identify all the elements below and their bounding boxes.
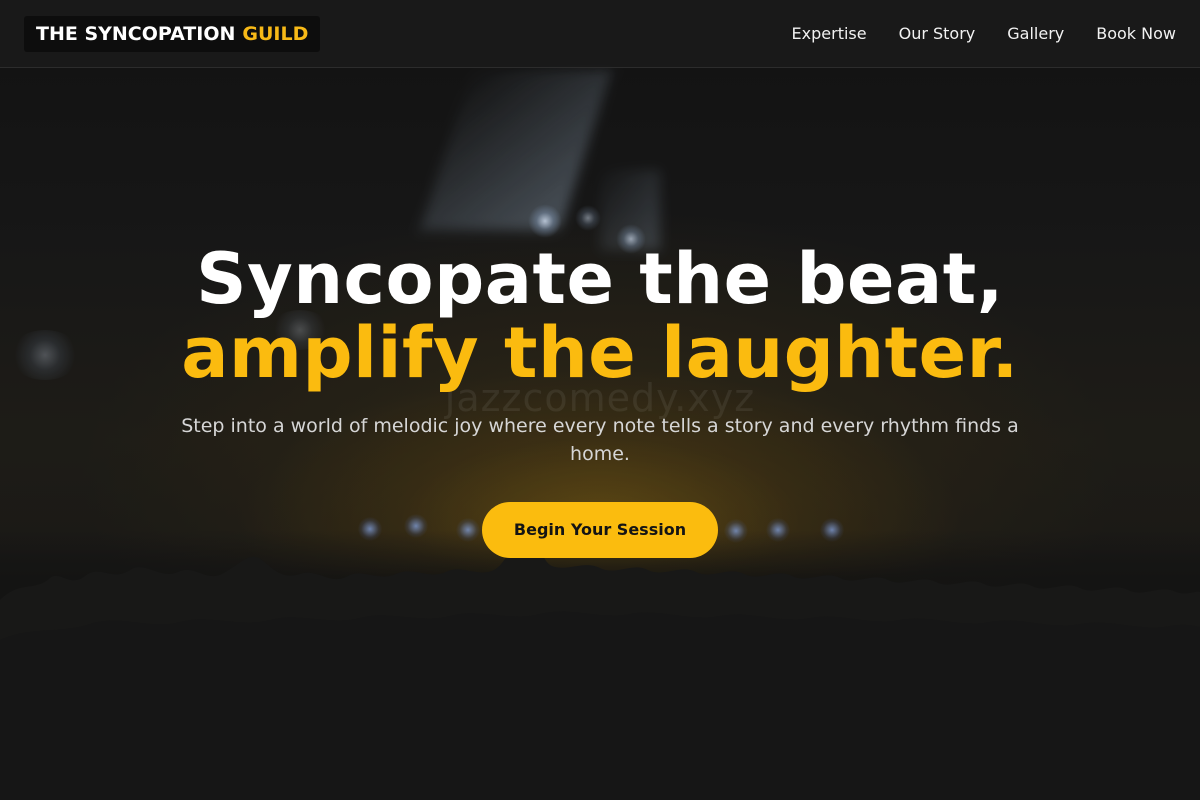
begin-session-button[interactable]: Begin Your Session [482,502,718,558]
brand-name: THE SYNCOPATION [36,23,236,45]
hero-headline-line2: amplify the laughter. [181,312,1019,394]
nav-link-gallery[interactable]: Gallery [1007,24,1064,43]
top-navbar: THE SYNCOPATION GUILD Expertise Our Stor… [0,0,1200,68]
nav-link-book-now[interactable]: Book Now [1096,24,1176,43]
hero-section: Syncopate the beat, amplify the laughter… [0,242,1200,558]
landing-page: jazzcomedy.xyz THE SYNCOPATION GUILD Exp… [0,0,1200,800]
hero-headline: Syncopate the beat, amplify the laughter… [0,242,1200,390]
nav-links: Expertise Our Story Gallery Book Now [760,0,1176,67]
brand-name-accent: GUILD [242,23,309,45]
hero-headline-line1: Syncopate the beat, [196,238,1004,320]
brand-logo[interactable]: THE SYNCOPATION GUILD [24,16,321,52]
hero-subtitle: Step into a world of melodic joy where e… [181,415,1019,465]
nav-link-our-story[interactable]: Our Story [899,24,976,43]
nav-link-expertise[interactable]: Expertise [792,24,867,43]
